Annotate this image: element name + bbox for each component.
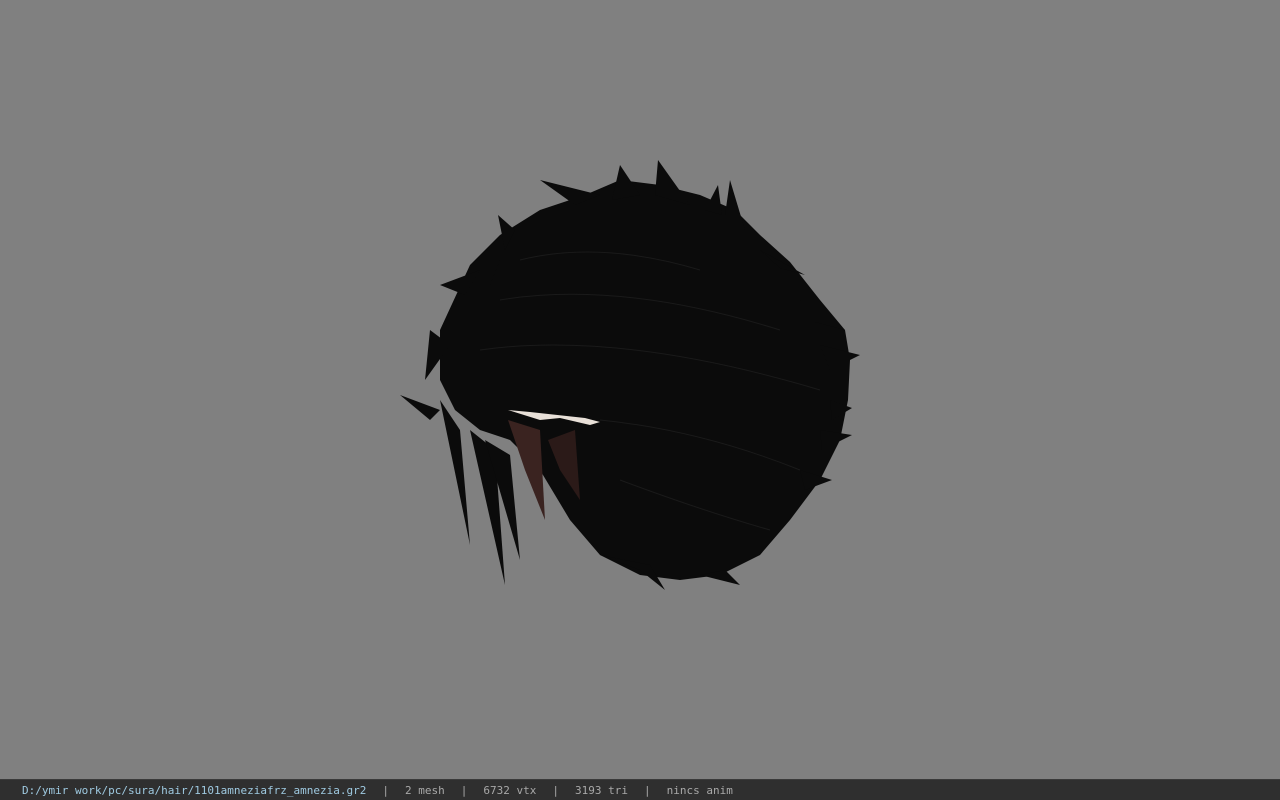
vertex-count: 6732 vtx [483,783,537,797]
separator: | [643,783,651,797]
hair-model [400,160,860,590]
status-bar: D:/ymir work/pc/sura/hair/1101amneziafrz… [0,779,1280,800]
file-path: D:/ymir work/pc/sura/hair/1101amneziafrz… [22,783,367,797]
animation-status: nincs anim [666,783,733,797]
mesh-count: 2 mesh [405,783,445,797]
hair-mesh [400,160,860,590]
separator: | [460,783,468,797]
separator: | [552,783,559,797]
triangle-count: 3193 tri [574,783,628,797]
3d-viewport[interactable] [0,0,1280,779]
separator: | [382,783,389,797]
